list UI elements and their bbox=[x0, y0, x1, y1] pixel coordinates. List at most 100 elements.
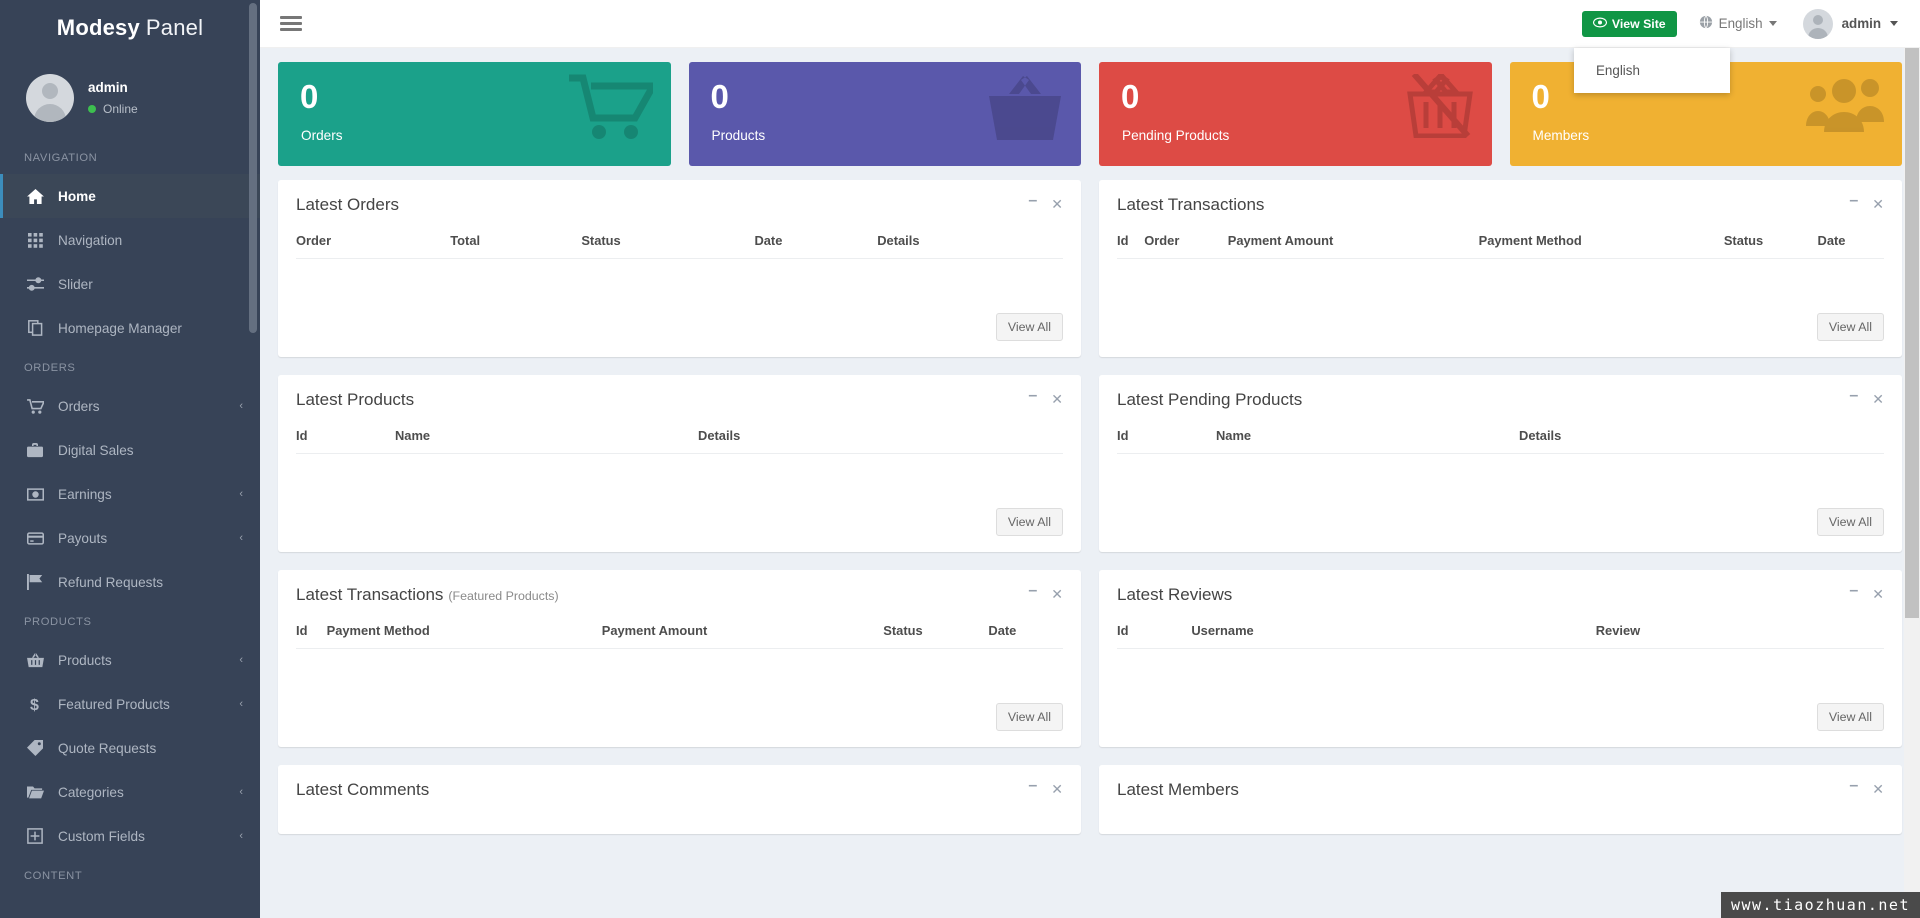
main-scrollbar-track[interactable] bbox=[1904, 0, 1920, 918]
panel-title: Latest Members bbox=[1117, 780, 1239, 800]
sidebar-item-label: Homepage Manager bbox=[58, 320, 182, 336]
sidebar-item-orders[interactable]: Orders ‹ bbox=[0, 384, 260, 428]
minimize-icon[interactable]: – bbox=[1849, 583, 1858, 599]
panel-body: Id Username Review bbox=[1099, 615, 1902, 689]
panel-body: Id Order Payment Amount Payment Method Statu… bbox=[1099, 225, 1902, 299]
sidebar-section-header: ORDERS bbox=[24, 362, 76, 374]
panel-footer: View All bbox=[278, 299, 1081, 357]
column-header: Payment Amount bbox=[1227, 225, 1479, 259]
column-header: Details bbox=[698, 420, 1063, 454]
sidebar-username: admin bbox=[88, 80, 128, 95]
sidebar-scrollbar[interactable] bbox=[249, 3, 257, 333]
sidebar: Modesy Panel admin Online NAVIGATION Home… bbox=[0, 0, 260, 918]
panel-title-text: Latest Orders bbox=[296, 195, 399, 214]
sidebar-item-refund-requests[interactable]: Refund Requests bbox=[0, 560, 260, 604]
hamburger-menu-icon[interactable] bbox=[278, 9, 304, 38]
close-icon[interactable]: ✕ bbox=[1051, 197, 1063, 211]
minimize-icon[interactable]: – bbox=[1849, 193, 1858, 209]
panel-header: Latest Members – ✕ bbox=[1099, 766, 1902, 810]
language-option-english[interactable]: English bbox=[1574, 54, 1730, 87]
language-selector[interactable]: English bbox=[1699, 15, 1777, 32]
minimize-icon[interactable]: – bbox=[1028, 583, 1037, 599]
grid-icon bbox=[24, 232, 46, 248]
close-icon[interactable]: ✕ bbox=[1872, 197, 1884, 211]
empty-table-body bbox=[1117, 454, 1884, 482]
view-all-button[interactable]: View All bbox=[995, 703, 1063, 731]
admin-dashboard: Modesy Panel admin Online NAVIGATION Home… bbox=[0, 0, 1920, 918]
chevron-left-icon: ‹ bbox=[239, 785, 243, 798]
minimize-icon[interactable]: – bbox=[1849, 778, 1858, 794]
close-icon[interactable]: ✕ bbox=[1051, 782, 1063, 796]
panel-latest-transactions: Latest Transactions (Featured Products) – ✕… bbox=[278, 570, 1081, 747]
stat-card-products[interactable]: 0 Products bbox=[688, 62, 1081, 166]
close-icon[interactable]: ✕ bbox=[1051, 392, 1063, 406]
view-all-button[interactable]: View All bbox=[995, 508, 1063, 536]
close-icon[interactable]: ✕ bbox=[1051, 587, 1063, 601]
view-all-button[interactable]: View All bbox=[1816, 703, 1884, 731]
sidebar-item-homepage-manager[interactable]: Homepage Manager bbox=[0, 306, 260, 350]
main-area: View Site English admin English 0 Orders 0… bbox=[260, 0, 1920, 918]
view-all-button[interactable]: View All bbox=[1816, 508, 1884, 536]
flag-icon bbox=[24, 574, 46, 590]
sidebar-user-panel[interactable]: admin Online bbox=[0, 56, 260, 140]
chevron-left-icon: ‹ bbox=[239, 697, 243, 710]
sidebar-item-custom-fields[interactable]: Custom Fields ‹ bbox=[0, 814, 260, 858]
column-header: Username bbox=[1191, 615, 1596, 649]
minimize-icon[interactable]: – bbox=[1028, 388, 1037, 404]
sidebar-item-slider[interactable]: Slider bbox=[0, 262, 260, 306]
sidebar-item-quote-requests[interactable]: Quote Requests bbox=[0, 726, 260, 770]
sidebar-item-navigation[interactable]: Navigation bbox=[0, 218, 260, 262]
panel-title: Latest Transactions bbox=[1117, 195, 1264, 215]
sidebar-item-label: Navigation bbox=[58, 232, 123, 248]
panel-header: Latest Reviews – ✕ bbox=[1099, 571, 1902, 615]
minimize-icon[interactable]: – bbox=[1849, 388, 1858, 404]
globe-icon bbox=[1699, 15, 1713, 32]
main-scrollbar-thumb[interactable] bbox=[1905, 18, 1919, 618]
panel-latest-comments: Latest Comments – ✕ bbox=[278, 765, 1081, 834]
sidebar-section-header: PRODUCTS bbox=[24, 616, 92, 628]
panel-body: Order Total Status Date Details bbox=[278, 225, 1081, 299]
user-menu[interactable]: admin bbox=[1802, 8, 1898, 39]
sidebar-item-payouts[interactable]: Payouts ‹ bbox=[0, 516, 260, 560]
data-table: Id Name Details bbox=[296, 420, 1063, 454]
stat-card-orders[interactable]: 0 Orders bbox=[278, 62, 671, 166]
view-site-button[interactable]: View Site bbox=[1581, 10, 1677, 37]
panel-header: Latest Transactions (Featured Products) – ✕ bbox=[278, 571, 1081, 615]
sidebar-item-categories[interactable]: Categories ‹ bbox=[0, 770, 260, 814]
sidebar-item-earnings[interactable]: Earnings ‹ bbox=[0, 472, 260, 516]
panel-tools: – ✕ bbox=[1849, 583, 1884, 602]
data-table: Id Order Payment Amount Payment Method Statu… bbox=[1117, 225, 1884, 259]
stat-label: Members bbox=[1532, 128, 1590, 143]
column-header: Status bbox=[883, 615, 989, 649]
sidebar-item-digital-sales[interactable]: Digital Sales bbox=[0, 428, 260, 472]
panel-footer: View All bbox=[1099, 689, 1902, 747]
panel-tools: – ✕ bbox=[1028, 778, 1063, 797]
panel-footer: View All bbox=[1099, 494, 1902, 552]
close-icon[interactable]: ✕ bbox=[1872, 392, 1884, 406]
money-icon bbox=[24, 487, 46, 501]
chevron-down-icon bbox=[1890, 21, 1898, 26]
brand-logo[interactable]: Modesy Panel bbox=[0, 0, 260, 56]
panel-title: Latest Transactions (Featured Products) bbox=[296, 585, 559, 605]
sidebar-nav: NAVIGATION Home Navigation Slider Homepage M… bbox=[0, 140, 260, 892]
panel-header: Latest Comments – ✕ bbox=[278, 766, 1081, 810]
panel-latest-transactions: Latest Transactions – ✕ Id Order Payment Amou… bbox=[1099, 180, 1902, 357]
stat-card-pending-products[interactable]: 0 Pending Products bbox=[1099, 62, 1492, 166]
panel-footer: View All bbox=[1099, 299, 1902, 357]
sidebar-item-products[interactable]: Products ‹ bbox=[0, 638, 260, 682]
empty-table-body bbox=[1117, 649, 1884, 677]
minimize-icon[interactable]: – bbox=[1028, 193, 1037, 209]
basket-icon bbox=[24, 652, 46, 668]
panel-header: Latest Transactions – ✕ bbox=[1099, 181, 1902, 225]
minimize-icon[interactable]: – bbox=[1028, 778, 1037, 794]
panel-title-text: Latest Transactions bbox=[1117, 195, 1265, 214]
sidebar-item-home[interactable]: Home bbox=[0, 174, 260, 218]
close-icon[interactable]: ✕ bbox=[1872, 782, 1884, 796]
language-dropdown-menu[interactable]: English bbox=[1574, 48, 1730, 93]
plus-square-icon bbox=[24, 828, 46, 844]
view-all-button[interactable]: View All bbox=[995, 313, 1063, 341]
sidebar-item-featured-products[interactable]: $ Featured Products ‹ bbox=[0, 682, 260, 726]
close-icon[interactable]: ✕ bbox=[1872, 587, 1884, 601]
view-all-button[interactable]: View All bbox=[1816, 313, 1884, 341]
dashboard-content: 0 Orders 0 Products 0 Pending Products 0 Member… bbox=[260, 48, 1920, 918]
